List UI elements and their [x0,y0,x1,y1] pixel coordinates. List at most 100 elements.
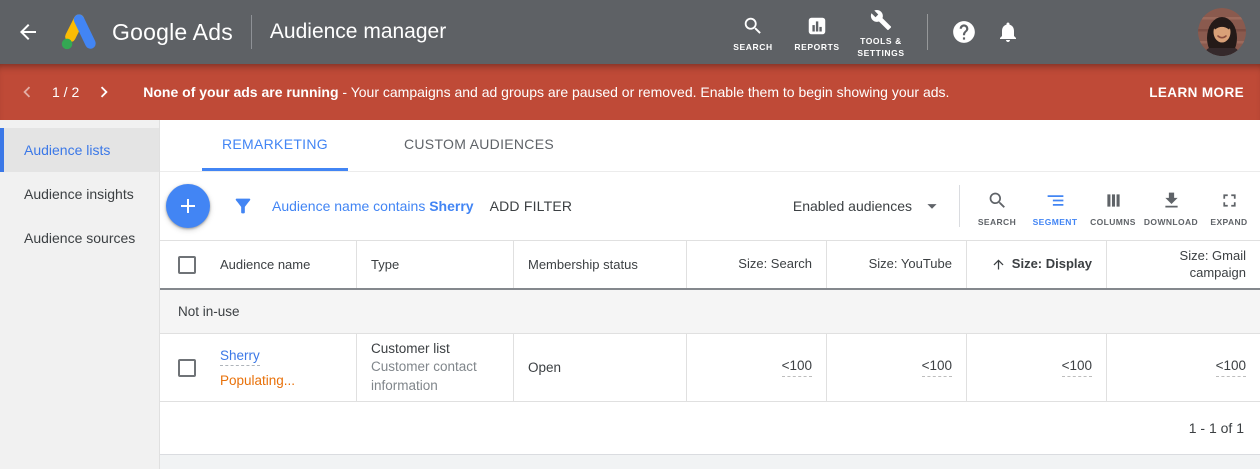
cell-size-youtube: <100 [826,334,966,401]
sidebar-item-label: Audience insights [24,186,134,202]
type-stack: Customer list Customer contact informati… [371,340,499,395]
type-value: Customer list [371,340,499,358]
account-avatar[interactable] [1198,8,1246,56]
banner-message: None of your ads are running - Your camp… [143,84,949,100]
top-app-bar: Google Ads Audience manager SEARCH REPOR… [0,0,1260,64]
add-filter-button[interactable]: ADD FILTER [490,198,573,214]
learn-more-button[interactable]: LEARN MORE [1149,85,1244,100]
group-label: Not in-use [178,304,240,319]
table-search-label: SEARCH [978,217,1016,227]
columns-icon [1103,190,1124,211]
segment-label: SEGMENT [1033,217,1078,227]
table-row: Sherry Populating... Customer list Custo… [160,334,1260,402]
chevron-down-icon [921,195,943,217]
segment-icon [1045,190,1066,211]
table-footer: 1 - 1 of 1 [160,402,1260,455]
nav-tools-settings-label: TOOLS & SETTINGS [849,36,913,58]
table-header-row: Audience name Type Membership status Siz… [160,240,1260,290]
toolbar-divider [959,185,960,227]
column-label: Size: Display [1012,256,1092,273]
banner-pagination: 1 / 2 [52,84,79,100]
content-area: Audience lists Audience insights Audienc… [0,120,1260,469]
tab-remarketing[interactable]: REMARKETING [202,120,348,171]
populating-status: Populating... [220,373,295,388]
row-checkbox[interactable] [178,359,196,377]
toolbar: Audience name contains Sherry ADD FILTER… [160,172,1260,240]
nav-search-label: SEARCH [733,42,773,53]
sidebar-item-audience-insights[interactable]: Audience insights [0,172,159,216]
help-icon [951,19,977,45]
select-all-checkbox[interactable] [178,256,196,274]
header-nav-divider [927,14,928,50]
type-detail: Customer contact information [371,358,499,394]
active-indicator [0,128,4,172]
sidebar-item-label: Audience sources [24,230,135,246]
column-label: Audience name [220,257,310,272]
cell-membership-status: Open [513,334,686,401]
page-title: Audience manager [270,20,446,44]
header-divider [251,15,252,49]
download-button[interactable]: DOWNLOAD [1142,186,1200,227]
tab-bar: REMARKETING CUSTOM AUDIENCES [160,120,1260,172]
top-navigation: SEARCH REPORTS TOOLS & SETTINGS [721,5,1030,58]
tab-custom-audiences[interactable]: CUSTOM AUDIENCES [384,120,574,171]
reports-icon [806,15,828,37]
column-header-size-display[interactable]: Size: Display [966,241,1106,288]
download-label: DOWNLOAD [1144,217,1198,227]
banner-next-button[interactable] [93,81,115,103]
main-panel: REMARKETING CUSTOM AUDIENCES Audience na… [160,120,1260,469]
expand-button[interactable]: EXPAND [1200,186,1258,227]
cell-type: Customer list Customer contact informati… [356,334,513,401]
plus-icon [176,194,200,218]
search-icon [987,190,1008,211]
product-name: Google Ads [112,19,233,46]
table-search-button[interactable]: SEARCH [968,186,1026,227]
nav-reports-label: REPORTS [794,42,839,53]
sidebar-item-audience-sources[interactable]: Audience sources [0,216,159,260]
funnel-icon [232,195,254,217]
banner-message-rest: - Your campaigns and ad groups are pause… [339,84,950,100]
expand-label: EXPAND [1210,217,1247,227]
cell-audience-name: Sherry Populating... [160,334,356,401]
wrench-icon [870,9,892,31]
size-youtube-value: <100 [922,358,952,377]
filter-chip-prefix: Audience name contains [272,198,425,214]
sidebar-item-label: Audience lists [24,142,110,158]
column-header-type[interactable]: Type [356,241,513,288]
chevron-right-icon [93,81,115,103]
nav-search-button[interactable]: SEARCH [721,11,785,53]
columns-button[interactable]: COLUMNS [1084,186,1142,227]
download-icon [1161,190,1182,211]
membership-status-value: Open [528,360,561,375]
nav-reports-button[interactable]: REPORTS [785,11,849,53]
size-search-value: <100 [782,358,812,377]
search-icon [742,15,764,37]
banner-message-bold: None of your ads are running [143,84,338,100]
notifications-button[interactable] [986,20,1030,44]
column-header-size-search[interactable]: Size: Search [686,241,826,288]
banner-previous-button[interactable] [16,81,38,103]
filter-button[interactable] [232,195,254,217]
column-header-audience-name[interactable]: Audience name [160,241,356,288]
sidebar-item-audience-lists[interactable]: Audience lists [0,128,159,172]
filter-chip-value: Sherry [429,198,473,214]
column-header-size-youtube[interactable]: Size: YouTube [826,241,966,288]
audience-view-dropdown[interactable]: Enabled audiences [793,195,943,217]
active-filter-chip[interactable]: Audience name contains Sherry [272,198,474,214]
column-header-membership-status[interactable]: Membership status [513,241,686,288]
add-audience-button[interactable] [166,184,210,228]
sort-ascending-icon [991,257,1006,272]
chevron-left-icon [16,81,38,103]
cell-size-display: <100 [966,334,1106,401]
columns-label: COLUMNS [1090,217,1136,227]
nav-tools-settings-button[interactable]: TOOLS & SETTINGS [849,5,913,58]
back-button[interactable] [16,20,40,44]
segment-button[interactable]: SEGMENT [1026,186,1084,227]
help-button[interactable] [942,19,986,45]
column-header-size-gmail[interactable]: Size: Gmail campaign [1106,241,1260,288]
pagination-text: 1 - 1 of 1 [1189,420,1244,436]
sidebar: Audience lists Audience insights Audienc… [0,120,160,469]
size-display-value: <100 [1062,358,1092,377]
cell-size-gmail: <100 [1106,334,1260,401]
audience-name-link[interactable]: Sherry [220,348,260,366]
